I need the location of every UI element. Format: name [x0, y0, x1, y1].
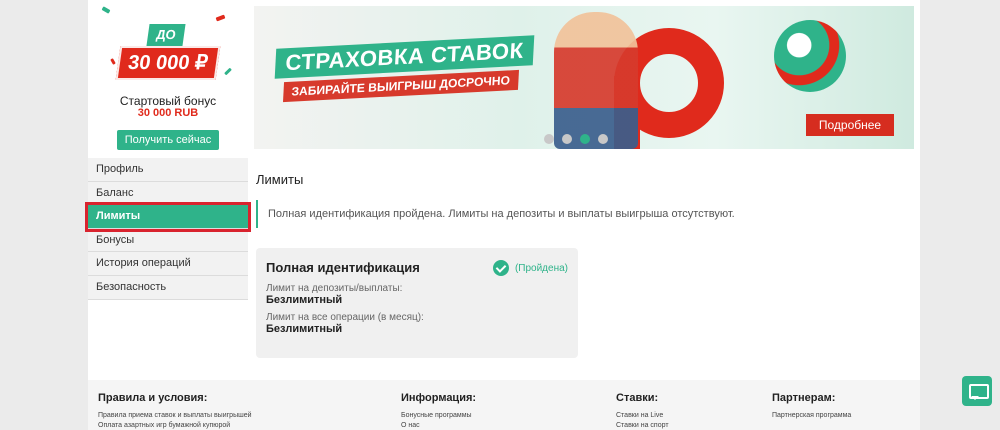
- site-footer: Правила и условия: Правила приема ставок…: [88, 380, 920, 430]
- footer-link[interactable]: О нас: [401, 422, 476, 429]
- account-sidebar: Профиль Баланс Лимиты Бонусы История опе…: [85, 158, 251, 300]
- carousel-dot[interactable]: [544, 134, 554, 144]
- footer-heading: Партнерам:: [772, 392, 836, 404]
- confetti-decoration: [224, 67, 232, 76]
- bonus-prefix: ДО: [146, 24, 186, 46]
- confetti-decoration: [110, 58, 116, 65]
- carousel-dot[interactable]: [562, 134, 572, 144]
- footer-column-partners: Партнерам: Партнерская программа: [772, 392, 851, 419]
- footer-heading: Информация:: [401, 392, 477, 404]
- bonus-amount: 30 000 ₽: [115, 46, 221, 80]
- limits-notice: Полная идентификация пройдена. Лимиты на…: [256, 200, 916, 228]
- footer-column-info: Информация: Бонусные программы О нас: [401, 392, 476, 429]
- footer-link[interactable]: Ставки на спорт: [616, 422, 669, 429]
- footer-link[interactable]: Правила приема ставок и выплаты выигрыше…: [98, 412, 252, 419]
- sidebar-item-history[interactable]: История операций: [88, 252, 248, 276]
- carousel-dot[interactable]: [598, 134, 608, 144]
- limit-label: Лимит на депозиты/выплаты:: [266, 283, 403, 294]
- carousel-dot-active[interactable]: [580, 134, 590, 144]
- page-title: Лимиты: [256, 172, 304, 187]
- carousel-dots: [544, 134, 608, 144]
- confetti-decoration: [101, 6, 111, 14]
- footer-heading: Правила и условия:: [98, 392, 208, 404]
- footer-column-bets: Ставки: Ставки на Live Ставки на спорт: [616, 392, 669, 429]
- limit-value: Безлимитный: [266, 323, 343, 335]
- sidebar-item-profile[interactable]: Профиль: [88, 158, 248, 182]
- banner-model-image: [554, 12, 638, 149]
- limit-block: Лимит на все операции (в месяц): Безлими…: [266, 312, 568, 335]
- footer-link[interactable]: Оплата азартных игр бумажной купюрой: [98, 422, 252, 429]
- limit-label: Лимит на все операции (в месяц):: [266, 312, 424, 323]
- identification-card: Полная идентификация (Пройдена) Лимит на…: [256, 248, 578, 358]
- footer-link[interactable]: Ставки на Live: [616, 412, 669, 419]
- promo-banner[interactable]: СТРАХОВКА СТАВОК ЗАБИРАЙТЕ ВЫИГРЫШ ДОСРО…: [254, 6, 914, 149]
- footer-heading: Ставки:: [616, 392, 659, 404]
- limit-value: Безлимитный: [266, 294, 343, 306]
- confetti-decoration: [215, 14, 226, 22]
- bonus-title: Стартовый бонус: [119, 94, 217, 108]
- page-container: ДО 30 000 ₽ Стартовый бонус 30 000 RUB П…: [85, 0, 920, 380]
- footer-link[interactable]: Бонусные программы: [401, 412, 476, 419]
- sidebar-item-limits[interactable]: Лимиты: [85, 202, 251, 232]
- sidebar-item-balance[interactable]: Баланс: [88, 182, 248, 206]
- status-text: (Пройдена): [514, 262, 568, 274]
- bonus-promo[interactable]: ДО 30 000 ₽ Стартовый бонус 30 000 RUB П…: [88, 0, 248, 158]
- footer-link[interactable]: Партнерская программа: [772, 412, 851, 419]
- bonus-sum: 30 000 RUB: [137, 107, 199, 119]
- status-badge: (Пройдена): [492, 260, 568, 276]
- get-bonus-button[interactable]: Получить сейчас: [117, 130, 219, 150]
- sidebar-item-bonuses[interactable]: Бонусы: [88, 229, 248, 253]
- check-icon: [492, 260, 509, 276]
- chat-icon[interactable]: [962, 376, 992, 406]
- limit-block: Лимит на депозиты/выплаты: Безлимитный: [266, 283, 568, 306]
- more-button[interactable]: Подробнее: [806, 114, 894, 136]
- footer-column-rules: Правила и условия: Правила приема ставок…: [98, 392, 252, 429]
- sidebar-item-security[interactable]: Безопасность: [88, 276, 248, 300]
- soccer-ball-icon: [774, 20, 846, 92]
